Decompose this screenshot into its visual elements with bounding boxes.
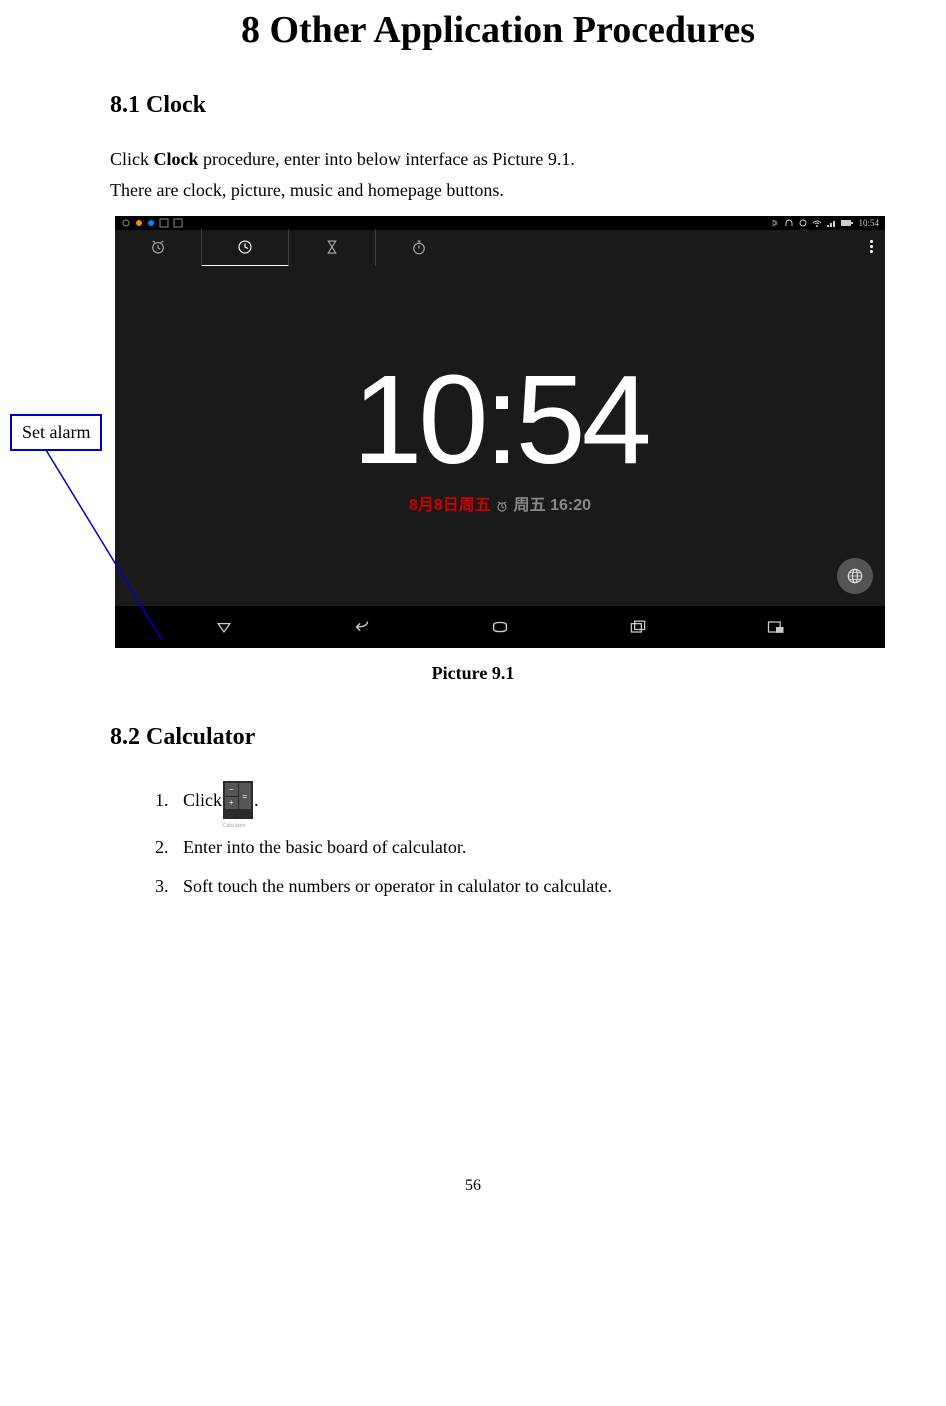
- status-left-icons: [121, 218, 183, 228]
- stopwatch-icon: [410, 238, 428, 256]
- clock-intro-line: Click Clock procedure, enter into below …: [110, 149, 946, 170]
- alarm-icon: [149, 238, 167, 256]
- clock-tab[interactable]: [202, 229, 289, 267]
- alarm-time: 周五 16:20: [514, 497, 591, 514]
- page-number: 56: [0, 1177, 946, 1195]
- big-clock-time: 10:54: [352, 357, 647, 483]
- bluetooth-icon: [770, 218, 780, 228]
- page-title: 8 Other Application Procedures: [0, 0, 946, 52]
- set-alarm-callout: Set alarm: [10, 414, 102, 451]
- step1-prefix: Click: [183, 790, 222, 811]
- status-dot-icon: [147, 219, 155, 227]
- alarm-tab[interactable]: [115, 229, 202, 267]
- step2-text: Enter into the basic board of calculator…: [183, 837, 466, 858]
- globe-button[interactable]: [837, 558, 873, 594]
- screenshot-icon: [766, 617, 786, 637]
- status-dot-icon: [135, 219, 143, 227]
- clock-tab-bar: [115, 230, 885, 266]
- signal-icon: [826, 218, 836, 228]
- text-suffix: procedure, enter into below interface as…: [199, 149, 575, 169]
- calculator-app-icon: −= + Calculator: [223, 781, 253, 819]
- calc-icon-label: Calculator: [223, 823, 246, 829]
- timer-tab[interactable]: [289, 229, 376, 267]
- clock-icon: [236, 238, 254, 256]
- clock-line2: There are clock, picture, music and home…: [110, 180, 946, 201]
- nav-home[interactable]: [488, 615, 512, 639]
- step3-text: Soft touch the numbers or operator in ca…: [183, 876, 612, 897]
- date-current: 8月8日周五: [409, 497, 491, 514]
- callout-line: [42, 450, 172, 650]
- list-number: 2.: [155, 837, 183, 858]
- nav-back[interactable]: [350, 615, 374, 639]
- list-number: 1.: [155, 790, 183, 811]
- recent-icon: [628, 617, 648, 637]
- figure-caption: Picture 9.1: [0, 663, 946, 684]
- clock-bold: Clock: [154, 149, 199, 169]
- section-heading-clock: 8.1 Clock: [110, 92, 946, 119]
- date-line: 8月8日周五 周五 16:20: [409, 491, 591, 515]
- hourglass-icon: [323, 238, 341, 256]
- clock-display-area: 10:54 8月8日周五 周五 16:20: [115, 266, 885, 606]
- text-prefix: Click: [110, 149, 154, 169]
- home-icon: [489, 616, 511, 638]
- nav-screenshot[interactable]: [764, 615, 788, 639]
- triangle-down-icon: [214, 617, 234, 637]
- sync-icon: [121, 218, 131, 228]
- nav-recent[interactable]: [626, 615, 650, 639]
- status-bar: 10:54: [115, 216, 885, 230]
- step1-suffix: .: [254, 790, 259, 811]
- list-item: 3. Soft touch the numbers or operator in…: [155, 876, 946, 897]
- list-number: 3.: [155, 876, 183, 897]
- alarm-small-icon: [495, 499, 509, 513]
- list-item: 1. Click −= + Calculator .: [155, 781, 946, 819]
- nav-vol-down[interactable]: [212, 615, 236, 639]
- status-right-icons: 10:54: [770, 218, 879, 228]
- status-time: 10:54: [858, 218, 879, 228]
- alarm-status-icon: [798, 218, 808, 228]
- calculator-steps: 1. Click −= + Calculator . 2. Enter into…: [155, 781, 946, 897]
- sd-icon: [159, 218, 169, 228]
- back-icon: [351, 616, 373, 638]
- headphone-icon: [784, 218, 794, 228]
- section-heading-calculator: 8.2 Calculator: [110, 724, 946, 751]
- nav-bar: [115, 606, 885, 648]
- battery-icon: [840, 218, 854, 228]
- more-icon[interactable]: [870, 238, 873, 255]
- list-item: 2. Enter into the basic board of calcula…: [155, 837, 946, 858]
- globe-icon: [845, 566, 865, 586]
- stopwatch-tab[interactable]: [376, 229, 462, 267]
- clock-screenshot: 10:54 10:54 8月8日周五 周五 16:20: [115, 216, 885, 648]
- sd-icon: [173, 218, 183, 228]
- wifi-icon: [812, 218, 822, 228]
